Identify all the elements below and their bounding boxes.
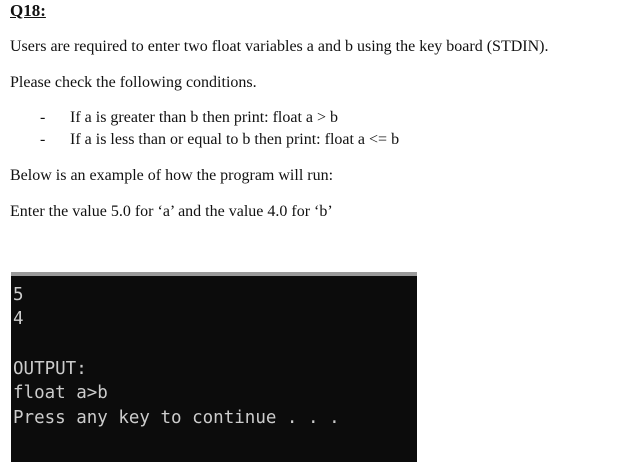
console-line-output-label: OUTPUT: [13, 359, 87, 379]
condition-item: - If a is greater than b then print: floa… [40, 108, 399, 130]
console-line-input-b: 4 [13, 309, 24, 329]
conditions-list: - If a is greater than b then print: floa… [40, 108, 399, 152]
question-instruction: Please check the following conditions. [10, 74, 257, 91]
example-values: Enter the value 5.0 for ‘a’ and the valu… [10, 203, 333, 220]
bullet-dash: - [40, 109, 46, 126]
console-line-input-a: 5 [13, 285, 24, 305]
condition-text: If a is greater than b then print: float… [70, 109, 339, 126]
condition-item: - If a is less than or equal to b then pr… [40, 130, 399, 152]
console-line-result: float a>b [13, 383, 108, 403]
example-intro: Below is an example of how the program w… [10, 167, 334, 184]
console-line-continue-prompt: Press any key to continue . . . [13, 408, 340, 428]
question-heading: Q18: [10, 1, 46, 20]
bullet-dash: - [40, 131, 46, 148]
condition-text: If a is less than or equal to b then pri… [70, 131, 400, 148]
console-window: 5 4 OUTPUT: float a>b Press any key to c… [11, 272, 417, 462]
question-intro: Users are required to enter two float va… [10, 38, 549, 55]
